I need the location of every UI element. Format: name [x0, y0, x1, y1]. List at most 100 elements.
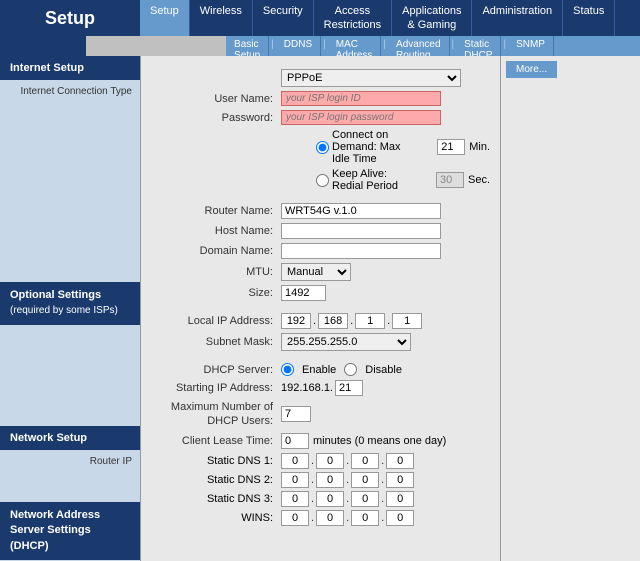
- connect-demand-radio[interactable]: [316, 141, 329, 154]
- static-dns1-label: Static DNS 1:: [151, 455, 281, 467]
- dhcp-server-row: DHCP Server: Enable Disable: [151, 363, 490, 376]
- local-ip-octet-2[interactable]: [318, 313, 348, 329]
- router-name-input[interactable]: [281, 203, 441, 219]
- sidebar-section-internet: Internet Setup: [0, 56, 140, 80]
- tab-security[interactable]: Security: [253, 0, 314, 36]
- sidebar-label-connection-type: Internet Connection Type: [0, 81, 140, 102]
- dns3-octet2[interactable]: [316, 491, 344, 507]
- dns1-octet4[interactable]: [386, 453, 414, 469]
- sidebar-label-router-ip: Router IP: [0, 451, 140, 472]
- domain-name-label: Domain Name:: [151, 245, 281, 257]
- tab-administration[interactable]: Administration: [472, 0, 563, 36]
- header: Setup Setup Wireless Security AccessRest…: [0, 0, 640, 56]
- starting-ip-input[interactable]: [335, 380, 363, 396]
- wins-octet1[interactable]: [281, 510, 309, 526]
- password-label: Password:: [151, 112, 281, 124]
- sidebar: Internet Setup Internet Connection Type …: [0, 56, 140, 561]
- static-dns1-row: Static DNS 1: . . .: [151, 453, 490, 469]
- domain-name-row: Domain Name:: [151, 243, 490, 259]
- max-dhcp-input[interactable]: [281, 406, 311, 422]
- username-input[interactable]: [281, 91, 441, 106]
- wins-octet3[interactable]: [351, 510, 379, 526]
- wins-octet2[interactable]: [316, 510, 344, 526]
- host-name-input[interactable]: [281, 223, 441, 239]
- sidebar-section-optional: Optional Settings(required by some ISPs): [0, 282, 140, 325]
- dhcp-server-label: DHCP Server:: [151, 364, 281, 376]
- subnav-basic-setup[interactable]: Basic Setup: [226, 36, 269, 56]
- tab-access-restrictions[interactable]: AccessRestrictions: [314, 0, 392, 36]
- local-ip-row: Local IP Address: . . .: [151, 313, 490, 329]
- tab-applications-gaming[interactable]: Applications& Gaming: [392, 0, 472, 36]
- static-dns3-row: Static DNS 3: . . .: [151, 491, 490, 507]
- dns2-octet3[interactable]: [351, 472, 379, 488]
- subnav-static-dhcp[interactable]: Static DHCP: [456, 36, 501, 56]
- password-row: Password:: [151, 110, 490, 125]
- starting-ip-row: Starting IP Address: 192.168.1.: [151, 380, 490, 396]
- subnav: Basic Setup | DDNS | MAC Address Clone |…: [226, 36, 554, 56]
- local-ip-group: . . .: [281, 313, 422, 329]
- starting-ip-label: Starting IP Address:: [151, 382, 281, 394]
- tab-setup[interactable]: Setup: [140, 0, 190, 36]
- subnet-mask-select[interactable]: 255.255.255.0 255.255.0.0 255.0.0.0: [281, 333, 411, 351]
- dns1-octet2[interactable]: [316, 453, 344, 469]
- dns1-octet3[interactable]: [351, 453, 379, 469]
- dns2-octet2[interactable]: [316, 472, 344, 488]
- app-title: Setup: [0, 8, 140, 29]
- mtu-select[interactable]: Manual Auto: [281, 263, 351, 281]
- subnet-mask-row: Subnet Mask: 255.255.255.0 255.255.0.0 2…: [151, 333, 490, 351]
- idle-time-input[interactable]: [437, 139, 465, 155]
- dns3-octet1[interactable]: [281, 491, 309, 507]
- dhcp-toggle: Enable Disable: [281, 363, 402, 376]
- more-button[interactable]: More...: [506, 61, 557, 78]
- content-area: PPPoE User Name: Password: Connect on De…: [140, 56, 500, 561]
- keep-alive-row: Keep Alive: Redial Period Sec.: [151, 168, 490, 192]
- subnav-mac-clone[interactable]: MAC Address Clone: [328, 36, 382, 56]
- tab-status[interactable]: Status: [563, 0, 615, 36]
- more-panel: More...: [500, 56, 640, 561]
- subnav-advanced-routing[interactable]: Advanced Routing: [388, 36, 449, 56]
- dns2-octet4[interactable]: [386, 472, 414, 488]
- host-name-row: Host Name:: [151, 223, 490, 239]
- client-lease-input[interactable]: [281, 433, 309, 449]
- client-lease-row: Client Lease Time: minutes (0 means one …: [151, 433, 490, 449]
- subnet-mask-label: Subnet Mask:: [151, 336, 281, 348]
- dhcp-disable-label: Disable: [365, 364, 402, 376]
- subnav-ddns[interactable]: DDNS: [276, 36, 321, 56]
- local-ip-label: Local IP Address:: [151, 315, 281, 327]
- dhcp-enable-radio[interactable]: [281, 363, 294, 376]
- keep-alive-radio[interactable]: [316, 174, 329, 187]
- static-dns2-row: Static DNS 2: . . .: [151, 472, 490, 488]
- local-ip-octet-3[interactable]: [355, 313, 385, 329]
- dhcp-disable-radio[interactable]: [344, 363, 357, 376]
- password-input[interactable]: [281, 110, 441, 125]
- connect-demand-label: Connect on Demand: Max Idle Time: [332, 129, 418, 165]
- mtu-row: MTU: Manual Auto: [151, 263, 490, 281]
- router-name-row: Router Name:: [151, 203, 490, 219]
- dns2-octet1[interactable]: [281, 472, 309, 488]
- starting-ip-prefix: 192.168.1.: [281, 382, 333, 394]
- size-input[interactable]: [281, 285, 326, 301]
- mtu-label: MTU:: [151, 266, 281, 278]
- local-ip-octet-1[interactable]: [281, 313, 311, 329]
- host-name-label: Host Name:: [151, 225, 281, 237]
- local-ip-octet-4[interactable]: [392, 313, 422, 329]
- redial-input[interactable]: [436, 172, 464, 188]
- subnav-snmp[interactable]: SNMP: [508, 36, 554, 56]
- connection-type-select[interactable]: PPPoE: [281, 69, 461, 87]
- keep-alive-label: Keep Alive: Redial Period: [332, 168, 417, 192]
- dhcp-enable-label: Enable: [302, 364, 336, 376]
- domain-name-input[interactable]: [281, 243, 441, 259]
- connection-type-row: PPPoE: [151, 69, 490, 87]
- dns3-octet3[interactable]: [351, 491, 379, 507]
- tab-wireless[interactable]: Wireless: [190, 0, 253, 36]
- username-row: User Name:: [151, 91, 490, 106]
- static-dns2-label: Static DNS 2:: [151, 474, 281, 486]
- dns1-octet1[interactable]: [281, 453, 309, 469]
- size-label: Size:: [151, 287, 281, 299]
- wins-octet4[interactable]: [386, 510, 414, 526]
- static-dns3-label: Static DNS 3:: [151, 493, 281, 505]
- wins-fields: . . .: [281, 510, 414, 526]
- dns3-octet4[interactable]: [386, 491, 414, 507]
- sidebar-section-network: Network Setup: [0, 426, 140, 450]
- wins-label: WINS:: [151, 512, 281, 524]
